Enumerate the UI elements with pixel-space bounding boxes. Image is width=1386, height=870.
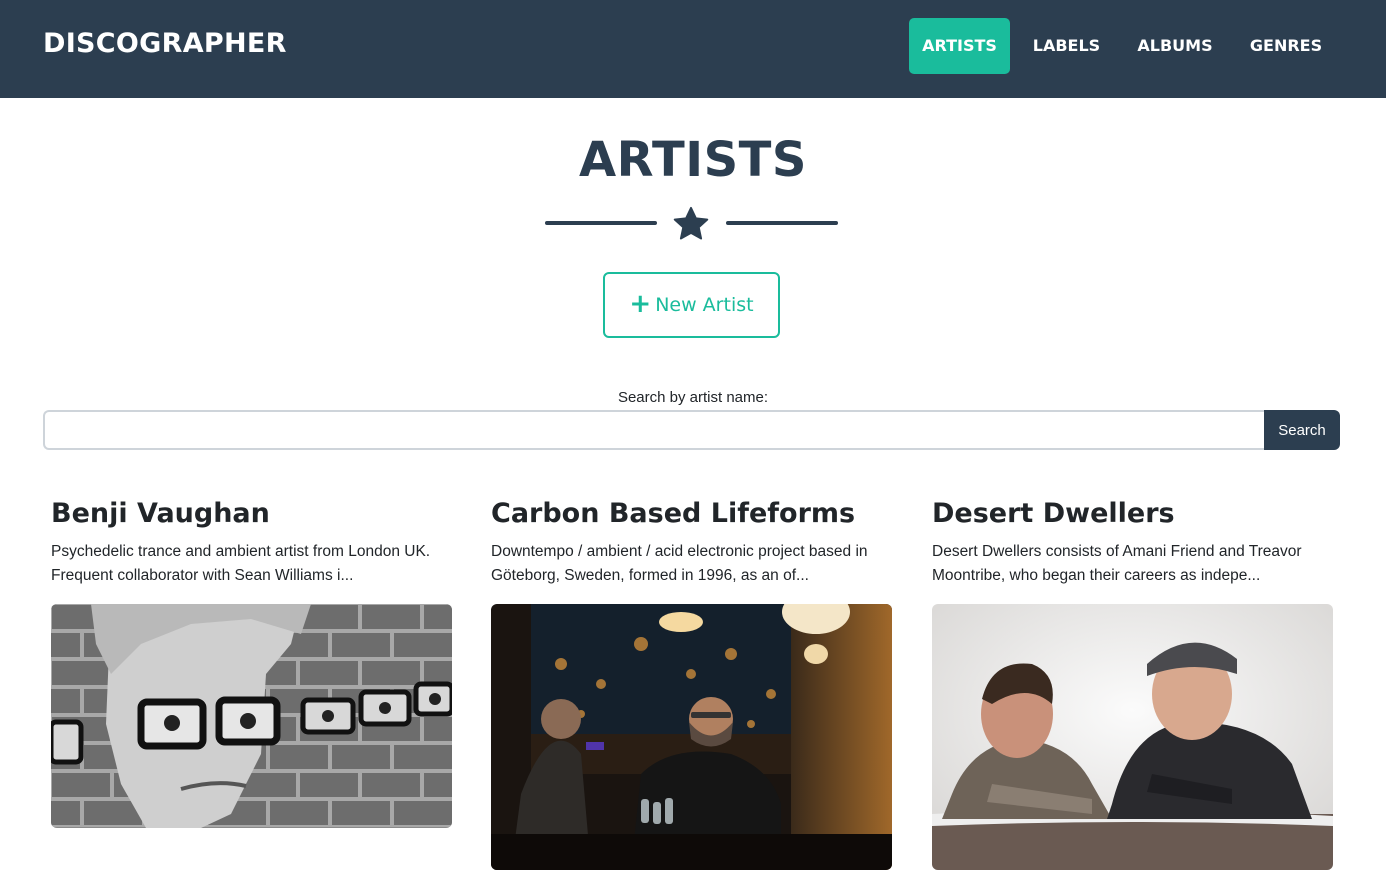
artist-card: Carbon Based Lifeforms Downtempo / ambie… <box>491 495 892 870</box>
star-icon <box>673 206 709 240</box>
nav-item-artists[interactable]: ARTISTS <box>909 18 1010 74</box>
search-label: Search by artist name: <box>617 389 769 406</box>
artist-card: Benji Vaughan Psychedelic trance and amb… <box>51 495 452 828</box>
artist-photo[interactable] <box>491 604 892 870</box>
nav-item-labels[interactable]: LABELS <box>1023 18 1110 74</box>
artist-name[interactable]: Benji Vaughan <box>51 495 452 535</box>
brand-logo[interactable]: DISCOGRAPHER <box>43 28 287 59</box>
artist-description: Psychedelic trance and ambient artist fr… <box>51 543 431 584</box>
navbar: DISCOGRAPHER ARTISTS LABELS ALBUMS GENRE… <box>0 0 1386 98</box>
search-button[interactable]: Search <box>1264 410 1340 450</box>
new-artist-label: New Artist <box>655 294 754 316</box>
artist-photo[interactable] <box>932 604 1333 870</box>
artist-description: Desert Dwellers consists of Amani Friend… <box>932 543 1302 584</box>
artist-card: Desert Dwellers Desert Dwellers consists… <box>932 495 1333 870</box>
nav-item-albums[interactable]: ALBUMS <box>1127 18 1223 74</box>
nav-item-genres[interactable]: GENRES <box>1240 18 1332 74</box>
page-title: ARTISTS <box>579 132 807 188</box>
new-artist-button[interactable]: + New Artist <box>603 272 780 338</box>
divider-line-left <box>545 221 657 225</box>
divider-line-right <box>726 221 838 225</box>
plus-icon: + <box>629 289 652 319</box>
search-input[interactable] <box>43 410 1265 450</box>
artist-description: Downtempo / ambient / acid electronic pr… <box>491 543 868 584</box>
artist-name[interactable]: Carbon Based Lifeforms <box>491 495 892 535</box>
artist-photo[interactable] <box>51 604 452 828</box>
artist-name[interactable]: Desert Dwellers <box>932 495 1333 535</box>
